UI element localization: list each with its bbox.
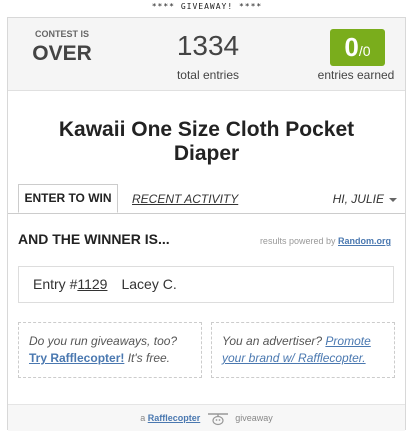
chevron-down-icon — [389, 197, 397, 202]
entries-earned-badge: 0/0 — [330, 29, 385, 66]
user-greeting: HI, JULIE — [332, 192, 384, 206]
user-menu[interactable]: HI, JULIE — [333, 184, 397, 213]
rafflecopter-link[interactable]: Rafflecopter — [148, 413, 201, 423]
footer: a Rafflecopter giveaway — [8, 404, 405, 431]
contest-status-label: CONTEST IS — [34, 29, 89, 39]
footer-suffix: giveaway — [235, 413, 273, 423]
winner-name: Lacey C. — [121, 276, 177, 292]
total-entries-count: 1334 — [176, 30, 240, 61]
promo-advertiser: You an advertiser? Promote your brand w/… — [211, 322, 395, 378]
rafflecopter-logo-icon — [207, 412, 228, 425]
giveaway-banner: **** GIVEAWAY! **** — [151, 2, 263, 11]
rafflecopter-widget: CONTEST IS OVER 1334 total entries 0/0 e… — [7, 17, 406, 431]
footer-prefix: a — [140, 413, 146, 423]
entry-prefix: Entry # — [33, 276, 78, 292]
stats-bar: CONTEST IS OVER 1334 total entries 0/0 e… — [8, 18, 405, 91]
tab-bar: ENTER TO WIN RECENT ACTIVITY HI, JULIE — [8, 184, 405, 214]
random-org-link[interactable]: Random.org — [338, 236, 391, 246]
entries-earned-total: /0 — [358, 43, 371, 59]
tab-recent-activity[interactable]: RECENT ACTIVITY — [132, 184, 238, 213]
powered-by-label: results powered by — [259, 236, 336, 246]
entries-earned-count: 0 — [344, 32, 359, 62]
promo-giveaways: Do you run giveaways, too? Try Rafflecop… — [18, 322, 202, 378]
winner-entry: Entry #1129 Lacey C. — [18, 266, 394, 303]
entry-number-link[interactable]: 1129 — [77, 276, 107, 292]
powered-by: results powered by Random.org — [260, 236, 391, 246]
entries-earned-label: entries earned — [317, 68, 395, 82]
winner-heading: AND THE WINNER IS... — [18, 231, 170, 247]
giveaway-title: Kawaii One Size Cloth Pocket Diaper — [58, 118, 355, 165]
tab-enter-to-win[interactable]: ENTER TO WIN — [18, 184, 118, 213]
contest-status: OVER — [32, 42, 92, 65]
total-entries-label: total entries — [176, 68, 240, 82]
try-rafflecopter-link[interactable]: Try Rafflecopter! — [29, 351, 124, 365]
promo-giveaways-text: Do you run giveaways, too? — [29, 334, 178, 348]
promo-advertiser-text: You an advertiser? — [222, 334, 326, 348]
promo-giveaways-suffix: It's free. — [124, 351, 170, 365]
